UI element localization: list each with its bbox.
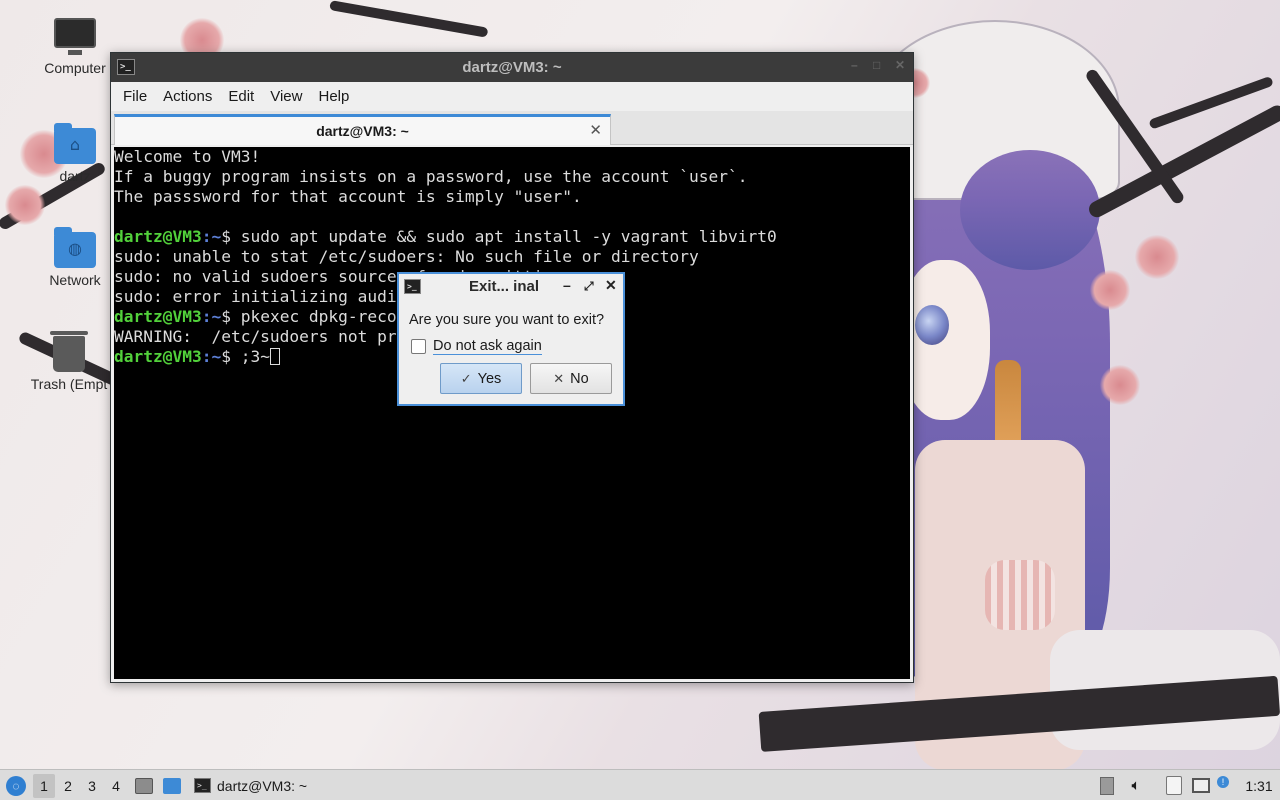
yes-button[interactable]: ✓ Yes [440,363,522,394]
prompt-user: dartz@VM3 [114,347,202,366]
app-menu-icon: ◌ [6,775,26,796]
clipboard-tray[interactable] [1163,770,1185,800]
network-folder-icon: ◍ [54,227,96,268]
checkbox-label: Do not ask again [433,338,542,355]
desktop-icon-home[interactable]: ⌂ dartz [30,123,120,184]
removable-drive-tray[interactable] [1097,770,1117,800]
menu-file[interactable]: File [115,88,155,105]
taskbar-item-label: dartz@VM3: ~ [217,777,308,794]
close-icon[interactable]: ✕ [605,277,617,294]
dialog-titlebar[interactable]: >_ Exit... inal – ⤢ ✕ [399,274,623,300]
terminal-line: Welcome to VM3! [114,147,910,167]
prompt-command: $ ;3~ [221,347,270,366]
network-icon [1192,778,1210,793]
workspace-2[interactable]: 2 [57,770,79,800]
desktop-icon-label: Trash (Empt [30,376,108,392]
no-button-label: No [570,370,589,387]
workspace-4[interactable]: 4 [105,770,127,800]
terminal-cursor [269,348,280,365]
yes-button-label: Yes [477,370,502,387]
terminal-text: Welcome to VM3! [114,147,261,166]
drive-icon [1100,776,1114,795]
tab-close-icon[interactable]: ✕ [589,121,602,139]
prompt-user: dartz@VM3 [114,307,202,326]
checkmark-icon: ✓ [460,370,472,386]
volume-tray[interactable]: 🔈︎ [1125,770,1147,800]
menu-bar: File Actions Edit View Help [111,82,913,111]
prompt-user: dartz@VM3 [114,227,202,246]
menu-edit[interactable]: Edit [220,88,262,105]
notification-tray[interactable]: ! [1214,770,1232,800]
desktop-icon-computer[interactable]: Computer [30,18,120,76]
workspace-1[interactable]: 1 [33,774,55,798]
maximize-icon[interactable]: ⤢ [584,279,594,294]
volume-icon: 🔈︎ [1131,777,1141,794]
terminal-icon: >_ [117,59,135,75]
prompt-path: :~ [201,347,222,366]
taskbar: ◌ 1 2 3 4 >_ dartz@VM3: ~ 🔈︎ ! 1:31 [0,769,1280,800]
terminal-text: If a buggy program insists on a password… [114,167,748,186]
close-icon[interactable]: ✕ [895,58,905,72]
prompt-command: $ sudo apt update && sudo apt install -y… [221,227,777,246]
trash-icon [50,331,88,372]
desktop-icon-trash[interactable]: Trash (Empt [24,331,114,392]
x-icon: ✕ [553,370,565,386]
file-manager-launcher[interactable] [133,770,155,800]
desktop-icon-label: dartz [59,168,91,184]
desktop-icon [163,777,181,794]
minimize-icon[interactable]: – [851,58,858,72]
terminal-text: sudo: unable to stat /etc/sudoers: No su… [114,247,699,266]
window-titlebar[interactable]: >_ dartz@VM3: ~ – □ ✕ [111,53,913,82]
desktop-icon-label: Computer [44,60,106,76]
info-icon: ! [1217,775,1229,788]
computer-icon [54,18,96,55]
network-tray[interactable] [1190,770,1212,800]
file-cabinet-icon [135,777,153,794]
do-not-ask-checkbox[interactable]: Do not ask again [411,338,542,355]
dialog-title: Exit... inal [469,278,540,295]
terminal-tab[interactable]: dartz@VM3: ~ ✕ [114,114,611,145]
tab-title: dartz@VM3: ~ [316,123,409,139]
show-desktop-button[interactable] [161,770,183,800]
terminal-icon: >_ [404,279,421,294]
menu-help[interactable]: Help [310,88,357,105]
home-folder-icon: ⌂ [54,123,96,164]
desktop-icon-label: Network [49,272,101,288]
terminal-output[interactable]: Welcome to VM3! If a buggy program insist… [114,147,910,679]
minimize-icon[interactable]: – [563,277,571,293]
workspace-3[interactable]: 3 [81,770,103,800]
clipboard-icon [1166,776,1182,795]
terminal-line: dartz@VM3:~$ sudo apt update && sudo apt… [114,227,910,247]
prompt-path: :~ [201,307,222,326]
dialog-message: Are you sure you want to exit? [409,312,605,328]
prompt-path: :~ [201,227,222,246]
start-menu-button[interactable]: ◌ [4,770,28,800]
tab-bar: dartz@VM3: ~ ✕ [111,111,913,145]
maximize-icon[interactable]: □ [873,58,880,72]
terminal-line: sudo: unable to stat /etc/sudoers: No su… [114,247,910,267]
window-title: dartz@VM3: ~ [462,59,562,76]
terminal-line: The passsword for that account is simply… [114,187,910,207]
terminal-icon: >_ [194,778,211,793]
terminal-line: If a buggy program insists on a password… [114,167,910,187]
taskbar-item-terminal[interactable]: >_ dartz@VM3: ~ [192,770,352,800]
terminal-text: The passsword for that account is simply… [114,187,582,206]
no-button[interactable]: ✕ No [530,363,612,394]
clock[interactable]: 1:31 [1242,770,1276,800]
checkbox-box[interactable] [411,339,426,354]
menu-view[interactable]: View [262,88,310,105]
menu-actions[interactable]: Actions [155,88,220,105]
exit-confirm-dialog: >_ Exit... inal – ⤢ ✕ Are you sure you w… [397,272,625,406]
desktop-icon-network[interactable]: ◍ Network [30,227,120,288]
